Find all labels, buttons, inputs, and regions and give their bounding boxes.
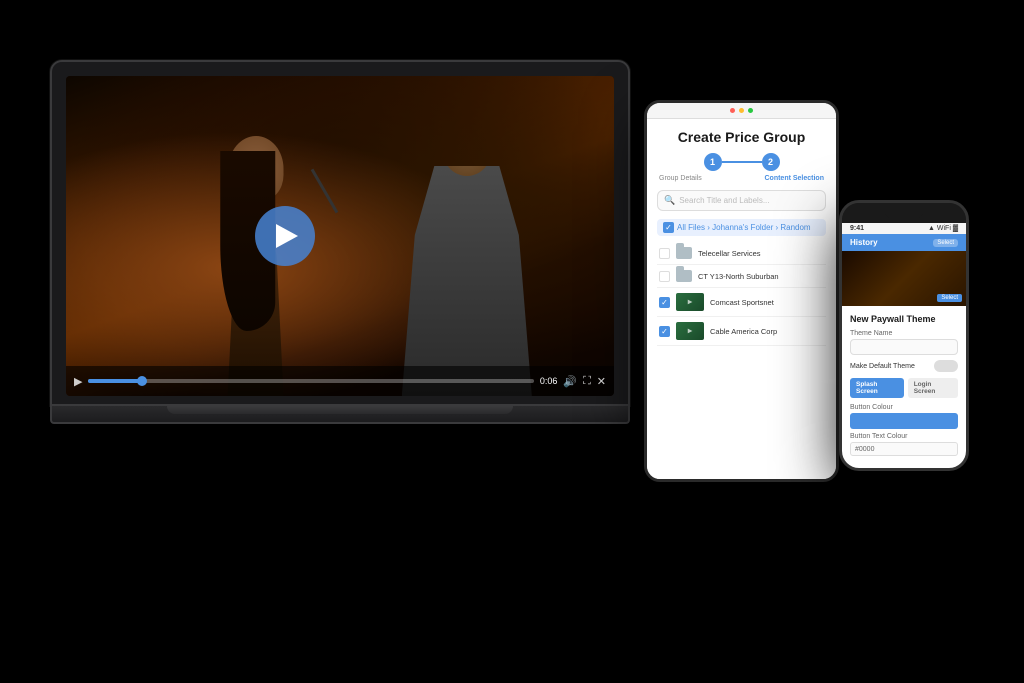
laptop-hinge [167, 406, 513, 414]
video-thumb-3 [676, 293, 704, 311]
step-2-circle: 2 [762, 153, 780, 171]
progress-dot [137, 376, 147, 386]
phone: 9:41 ▲ WiFi ▓ History Select Select New … [839, 200, 969, 471]
search-placeholder: Search Title and Labels... [679, 196, 769, 205]
phone-video-overlay-btn[interactable]: Select [937, 294, 962, 302]
button-text-colour-label: Button Text Colour [850, 433, 958, 440]
phone-status-bar: 9:41 ▲ WiFi ▓ [842, 223, 966, 234]
tablet-top-bar [647, 103, 836, 119]
phone-section-title: New Paywall Theme [850, 314, 958, 324]
file-name-1: Telecellar Services [698, 249, 824, 258]
file-name-3: Comcast Sportsnet [710, 298, 824, 307]
tablet-content: Create Price Group 1 2 Group Details Con… [647, 119, 836, 479]
file-checkbox-1[interactable] [659, 248, 670, 259]
default-theme-toggle-row: Make Default Theme [850, 360, 958, 372]
phone-notch-cut [884, 207, 924, 219]
guitarist-head [442, 121, 492, 176]
phone-header-title: History [850, 238, 878, 247]
breadcrumb-row: ✓ All Files › Johanna's Folder › Random [657, 219, 826, 236]
wifi-icon: WiFi [937, 225, 951, 232]
file-row-1[interactable]: Telecellar Services [657, 242, 826, 265]
laptop: ▶ 0:06 🔊 ⛶ ✕ [50, 60, 630, 424]
file-row-2[interactable]: CT Y13-North Suburban [657, 265, 826, 288]
signal-icon: ▲ [928, 225, 935, 232]
phone-status-icons: ▲ WiFi ▓ [928, 225, 958, 232]
tablet-dot-red [730, 108, 735, 113]
button-colour-swatch[interactable] [850, 413, 958, 429]
microphone-stand [310, 169, 338, 214]
step-1-circle: 1 [704, 153, 722, 171]
video-controls: ▶ 0:06 🔊 ⛶ ✕ [66, 366, 614, 396]
file-name-2: CT Y13-North Suburban [698, 272, 824, 281]
close-icon[interactable]: ✕ [597, 375, 606, 388]
theme-name-label: Theme Name [850, 330, 958, 337]
phone-time: 9:41 [850, 225, 864, 232]
progress-bar[interactable] [88, 379, 533, 383]
phone-notch [842, 203, 966, 223]
tablet-page-title: Create Price Group [657, 129, 826, 145]
button-colour-label: Button Colour [850, 404, 958, 411]
file-checkbox-2[interactable] [659, 271, 670, 282]
laptop-bezel: ▶ 0:06 🔊 ⛶ ✕ [50, 60, 630, 406]
folder-icon-2 [676, 270, 692, 282]
play-button[interactable] [255, 206, 315, 266]
video-thumb-4 [676, 322, 704, 340]
theme-name-input[interactable] [850, 339, 958, 355]
splash-screen-tab[interactable]: Splash Screen [850, 378, 904, 398]
step-labels: Group Details Content Selection [657, 175, 826, 182]
step-line [722, 161, 762, 163]
breadcrumb-checkbox[interactable]: ✓ [663, 222, 674, 233]
progress-fill [88, 379, 141, 383]
search-icon: 🔍 [664, 195, 675, 206]
video-background [66, 76, 614, 396]
tablet-dot-yellow [739, 108, 744, 113]
guitarist-figure [402, 166, 532, 396]
phone-select-button[interactable]: Select [933, 239, 958, 247]
search-box[interactable]: 🔍 Search Title and Labels... [657, 190, 826, 211]
breadcrumb-text: All Files › Johanna's Folder › Random [677, 223, 811, 232]
step-1-label: Group Details [659, 175, 702, 182]
step-2-label: Content Selection [764, 175, 824, 182]
pause-icon[interactable]: ▶ [74, 375, 82, 388]
file-row-4[interactable]: ✓ Cable America Corp [657, 317, 826, 346]
file-row-3[interactable]: ✓ Comcast Sportsnet [657, 288, 826, 317]
phone-header: History Select [842, 234, 966, 251]
laptop-screen: ▶ 0:06 🔊 ⛶ ✕ [66, 76, 614, 396]
volume-icon[interactable]: 🔊 [563, 375, 577, 388]
scene: ▶ 0:06 🔊 ⛶ ✕ Create P [0, 0, 1024, 683]
play-icon [276, 224, 298, 248]
laptop-base [50, 406, 630, 424]
file-checkbox-4[interactable]: ✓ [659, 326, 670, 337]
singer-figure [176, 136, 336, 396]
file-name-4: Cable America Corp [710, 327, 824, 336]
battery-icon: ▓ [953, 225, 958, 232]
default-theme-toggle[interactable] [934, 360, 958, 372]
phone-body: New Paywall Theme Theme Name Make Defaul… [842, 306, 966, 468]
tablet: Create Price Group 1 2 Group Details Con… [644, 100, 839, 482]
button-text-colour-value[interactable]: #0000 [850, 442, 958, 456]
tablet-dot-green [748, 108, 753, 113]
fullscreen-icon[interactable]: ⛶ [583, 375, 591, 388]
login-screen-tab[interactable]: Login Screen [908, 378, 958, 398]
folder-icon-1 [676, 247, 692, 259]
phone-tab-row: Splash Screen Login Screen [850, 378, 958, 398]
stepper: 1 2 [657, 153, 826, 171]
phone-video-preview: Select [842, 251, 966, 306]
time-display: 0:06 [540, 376, 558, 386]
file-checkbox-3[interactable]: ✓ [659, 297, 670, 308]
default-theme-label: Make Default Theme [850, 363, 915, 370]
